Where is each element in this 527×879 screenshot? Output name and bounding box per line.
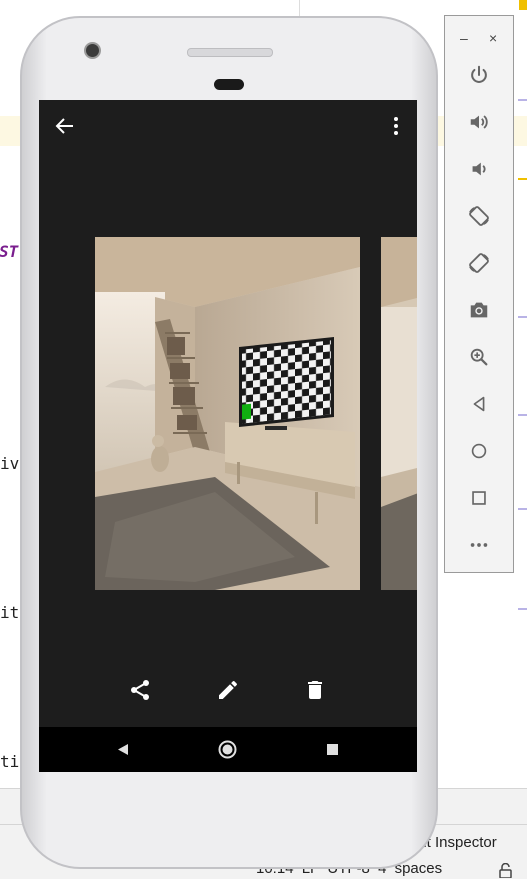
home-button[interactable] <box>466 438 492 464</box>
ide-scroll-marker <box>518 316 527 318</box>
ide-scroll-marker <box>518 178 527 180</box>
photo-room-with-tv[interactable] <box>95 237 360 590</box>
ide-divider <box>299 0 300 16</box>
emulator-toolbar: – × <box>444 15 514 573</box>
nav-back-icon[interactable] <box>117 743 129 756</box>
back-button[interactable] <box>466 391 492 417</box>
front-camera <box>84 42 101 59</box>
ide-scroll-marker <box>518 508 527 510</box>
volume-down-button[interactable] <box>466 156 492 182</box>
nav-home-icon[interactable] <box>218 740 237 759</box>
volume-up-button[interactable] <box>466 109 492 135</box>
volume-down-icon <box>472 162 486 176</box>
volume-up-icon <box>470 115 488 129</box>
power-icon <box>471 65 487 83</box>
system-nav-bar <box>39 727 417 772</box>
more-icon <box>470 543 488 547</box>
delete-icon[interactable] <box>303 678 327 702</box>
camera-icon <box>470 302 488 318</box>
lock-icon[interactable] <box>499 863 513 878</box>
rotate-right-button[interactable] <box>466 250 492 276</box>
ide-scroll-marker <box>518 608 527 610</box>
ide-scroll-marker <box>518 99 527 101</box>
screenshot-button[interactable] <box>466 297 492 323</box>
code-line[interactable]: iv <box>0 454 19 473</box>
minimize-button[interactable]: – <box>460 30 468 46</box>
nav-recents-icon[interactable] <box>327 744 338 755</box>
device-screen <box>39 100 417 772</box>
code-line[interactable]: it <box>0 603 19 622</box>
zoom-icon <box>470 348 488 366</box>
close-button[interactable]: × <box>489 30 497 46</box>
overview-button[interactable] <box>466 485 492 511</box>
rotate-left-button[interactable] <box>466 203 492 229</box>
overview-icon <box>472 491 486 505</box>
power-button[interactable] <box>466 62 492 88</box>
arrow-back-icon[interactable] <box>53 114 77 138</box>
earpiece-speaker <box>187 48 273 57</box>
more-options-button[interactable] <box>466 532 492 558</box>
share-icon[interactable] <box>128 678 152 702</box>
photo-next-preview[interactable] <box>381 237 417 590</box>
zoom-button[interactable] <box>466 344 492 370</box>
ide-scroll-marker <box>518 414 527 416</box>
rotate-right-icon <box>469 253 489 273</box>
back-icon <box>473 396 485 412</box>
edit-icon[interactable] <box>216 678 240 702</box>
rotate-left-icon <box>469 206 489 226</box>
code-keyword[interactable]: ST <box>0 242 18 261</box>
ide-warning-marker <box>519 0 527 10</box>
home-icon <box>471 443 487 459</box>
code-line[interactable]: ti <box>0 752 19 771</box>
more-vert-icon[interactable] <box>384 114 408 138</box>
proximity-sensor <box>214 79 244 90</box>
